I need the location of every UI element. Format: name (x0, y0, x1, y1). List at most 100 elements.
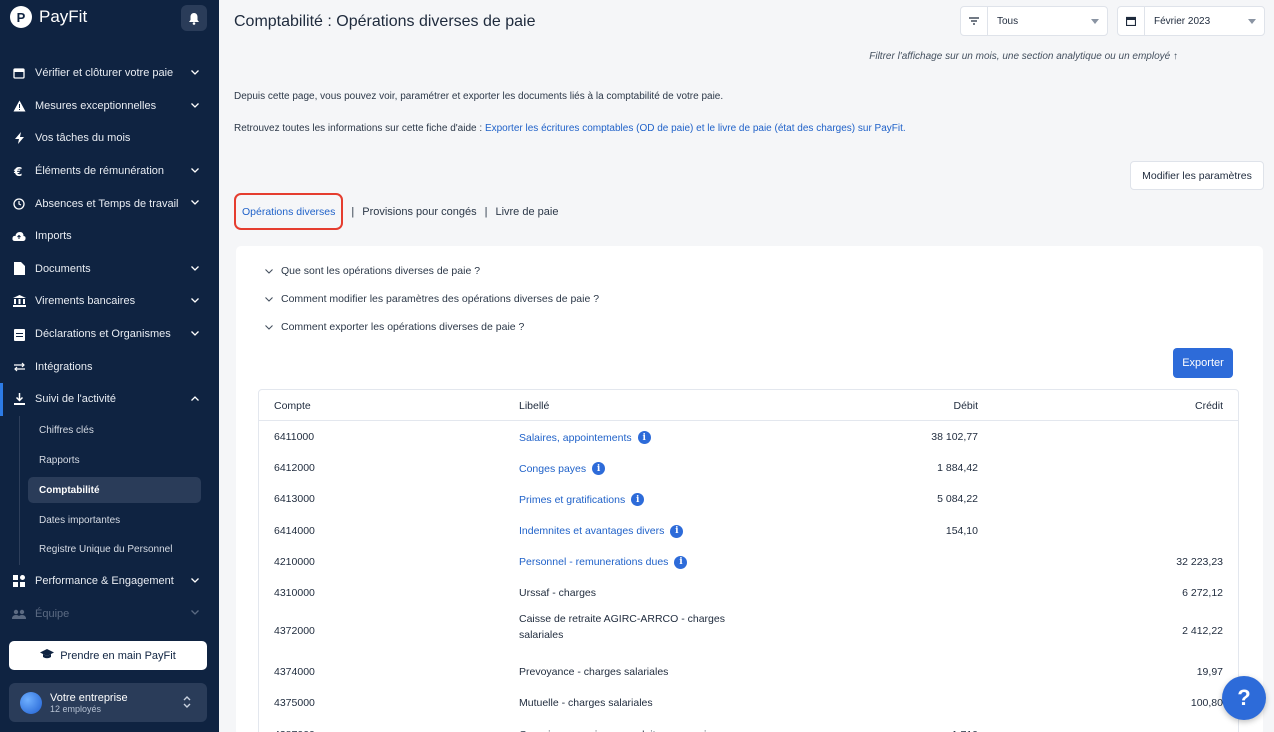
cell-libelle: Mutuelle - charges salariales (519, 697, 653, 710)
sidebar-subitem-rapports[interactable]: Rapports (20, 445, 219, 475)
cloud-upload-icon (12, 229, 26, 243)
cell-compte: 6411000 (274, 431, 315, 443)
chevron-down-icon (191, 606, 199, 616)
libelle-link[interactable]: Indemnites et avantages divers (519, 525, 664, 537)
faq-item[interactable]: Comment exporter les opérations diverses… (265, 321, 524, 333)
sidebar-item-elements-de-remuneration[interactable]: € Éléments de rémunération (0, 155, 219, 188)
chevron-down-icon (191, 196, 199, 206)
table-row: 6411000 Salaires, appointements i 38 102,77 (259, 421, 1238, 452)
tab-provisions-conges[interactable]: Provisions pour congés (362, 206, 476, 218)
info-icon[interactable]: i (631, 493, 645, 507)
modify-settings-button[interactable]: Modifier les paramètres (1130, 161, 1264, 190)
info-icon[interactable]: i (670, 524, 684, 538)
chevron-down-icon (191, 164, 199, 173)
cell-credit: 19,97 (1196, 666, 1223, 679)
sidebar-item-label: Mesures exceptionnelles (35, 99, 157, 112)
sidebar-item-imports[interactable]: Imports (0, 220, 219, 253)
filter-icon (961, 7, 988, 35)
sidebar-item-suivi-de-l-activite[interactable]: Suivi de l'activité (0, 382, 219, 416)
sidebar-item-mesures-exceptionnelles[interactable]: Mesures exceptionnelles (0, 90, 219, 123)
main-content: Comptabilité : Opérations diverses de pa… (219, 0, 1274, 732)
chevron-down-icon (265, 324, 273, 330)
take-tour-button[interactable]: Prendre en main PayFit (9, 641, 207, 670)
table-row: 4372000 Caisse de retraite AGIRC-ARRCO - … (259, 608, 1238, 656)
table-row: 6413000 Primes et gratifications i 5 084,22 (259, 483, 1238, 514)
sidebar-item-performance-engagement[interactable]: Performance & Engagement (0, 565, 219, 598)
sidebar-item-vos-taches-du-mois[interactable]: Vos tâches du mois (0, 122, 219, 155)
company-employee-count: 12 employés (50, 703, 102, 714)
content-card: Que sont les opérations diverses de paie… (236, 246, 1263, 732)
filter-value: Tous (997, 15, 1019, 27)
warning-icon (12, 99, 26, 113)
svg-text:€: € (13, 165, 22, 177)
tab-livre-de-paie[interactable]: Livre de paie (495, 206, 558, 218)
chevron-down-icon (1083, 18, 1107, 24)
export-button[interactable]: Exporter (1173, 348, 1233, 378)
libelle-link[interactable]: Conges payes (519, 463, 586, 475)
help-button[interactable]: ? (1222, 676, 1266, 720)
payfit-logo[interactable]: P PayFit (10, 6, 87, 28)
sidebar-subitem-comptabilite[interactable]: Comptabilité (28, 477, 201, 504)
chevron-down-icon (191, 262, 199, 271)
tab-operations-diverses[interactable]: Opérations diverses (234, 193, 344, 230)
chevron-down-icon (191, 294, 199, 304)
cell-libelle[interactable]: Primes et gratifications i (519, 493, 645, 507)
download-icon (12, 392, 26, 406)
calendar-icon (1118, 7, 1145, 35)
sidebar-subitem-dates-importantes[interactable]: Dates importantes (20, 505, 219, 535)
filter-hint: Filtrer l'affichage sur un mois, une sec… (869, 51, 1178, 62)
company-avatar (20, 691, 42, 714)
sidebar-item-virements-bancaires[interactable]: Virements bancaires (0, 285, 219, 318)
faq-item[interactable]: Comment modifier les paramètres des opér… (265, 293, 599, 305)
sidebar-subitem-chiffres-cles[interactable]: Chiffres clés (20, 416, 219, 446)
intro-text: Depuis cette page, vous pouvez voir, par… (234, 91, 724, 102)
header-libelle: Libellé (519, 400, 550, 412)
sidebar-item-integrations[interactable]: Intégrations (0, 350, 219, 383)
sidebar-item-label: Virements bancaires (35, 295, 136, 308)
company-name: Votre entreprise (50, 691, 128, 704)
cell-compte: 4310000 (274, 586, 315, 599)
cell-compte: 4210000 (274, 555, 315, 568)
sidebar-item-declarations-et-organismes[interactable]: Déclarations et Organismes (0, 318, 219, 351)
cell-libelle[interactable]: Salaires, appointements i (519, 431, 651, 444)
bank-icon (12, 294, 26, 308)
cell-compte: 4387000 (274, 729, 315, 732)
help-article-link[interactable]: Exporter les écritures comptables (OD de… (485, 123, 906, 134)
brand-name: PayFit (39, 7, 88, 26)
sidebar-subitem-registre-unique-du-personnel[interactable]: Registre Unique du Personnel (20, 535, 219, 565)
libelle-link[interactable]: Personnel - remunerations dues (519, 556, 668, 568)
info-icon[interactable]: i (637, 431, 651, 444)
sidebar-item-verifier-et-cloturer-votre-paie[interactable]: Vérifier et clôturer votre paie (0, 57, 219, 90)
month-select[interactable]: Février 2023 (1117, 6, 1265, 36)
cell-libelle: Urssaf - charges (519, 586, 597, 599)
euro-icon: € (12, 164, 26, 178)
grid-icon (12, 574, 26, 588)
sidebar-item-label: Éléments de rémunération (35, 165, 165, 178)
cell-libelle[interactable]: Conges payes i (519, 462, 606, 476)
team-icon (12, 607, 26, 621)
document-icon (12, 262, 26, 276)
faq-question: Comment exporter les opérations diverses… (281, 321, 525, 333)
help-article-line: Retrouvez toutes les informations sur ce… (234, 123, 906, 134)
calendar-check-icon (12, 66, 26, 80)
cell-libelle[interactable]: Indemnites et avantages divers i (519, 524, 684, 538)
sidebar-item-absences-et-temps-de-travail[interactable]: Absences et Temps de travail (0, 187, 219, 220)
sidebar-item-label: Absences et Temps de travail (35, 197, 179, 210)
filter-select[interactable]: Tous (960, 6, 1108, 36)
libelle-link[interactable]: Salaires, appointements (519, 432, 632, 444)
table-row: 4210000 Personnel - remunerations dues i 32… (259, 546, 1238, 577)
company-switcher[interactable]: Votre entreprise 12 employés (9, 683, 207, 722)
sidebar-item-equipe[interactable]: Équipe (0, 597, 219, 630)
info-icon[interactable]: i (592, 462, 606, 476)
info-icon[interactable]: i (674, 555, 688, 569)
cell-debit: 1 884,42 (937, 462, 978, 475)
cell-libelle[interactable]: Personnel - remunerations dues i (519, 555, 688, 569)
table-row: 4310000 Urssaf - charges 6 272,12 (259, 577, 1238, 608)
clipboard-icon (12, 327, 26, 341)
faq-item[interactable]: Que sont les opérations diverses de paie… (265, 265, 480, 277)
tab-separator: | (484, 205, 488, 218)
libelle-link[interactable]: Primes et gratifications (519, 494, 625, 506)
sidebar-item-documents[interactable]: Documents (0, 253, 219, 286)
table-row: 6414000 Indemnites et avantages divers i 15… (259, 515, 1238, 546)
bell-icon[interactable] (181, 5, 207, 31)
